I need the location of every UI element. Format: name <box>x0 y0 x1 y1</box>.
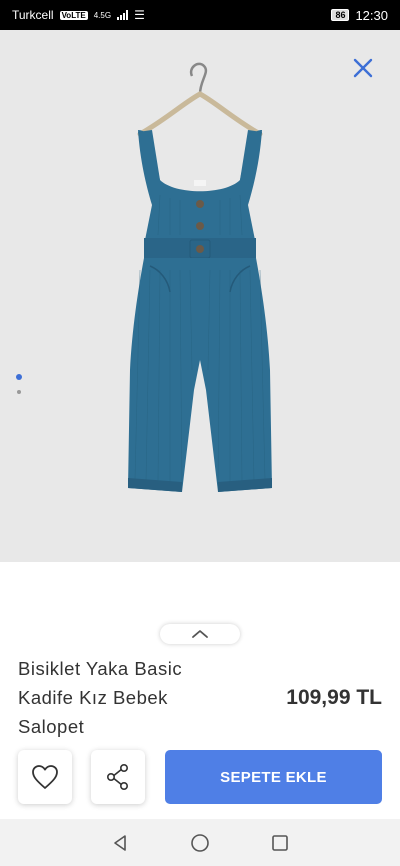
volte-badge: VoLTE <box>59 10 88 20</box>
system-navigation-bar <box>0 819 400 866</box>
add-to-cart-button[interactable]: SEPETE EKLE <box>165 750 382 804</box>
product-detail-sheet: Bisiklet Yaka Basic Kadife Kız Bebek Sal… <box>0 562 400 819</box>
share-button[interactable] <box>91 750 145 804</box>
clock: 12:30 <box>355 7 388 23</box>
recents-square-icon <box>272 834 288 851</box>
home-circle-icon <box>191 833 209 852</box>
network-type: 4.5G <box>93 10 112 20</box>
nav-recents-button[interactable] <box>269 832 291 854</box>
expand-details-button[interactable] <box>160 624 240 644</box>
share-icon <box>106 763 129 790</box>
battery-icon: 86 <box>331 9 350 21</box>
close-icon <box>353 58 373 78</box>
heart-icon <box>32 765 58 789</box>
gallery-pagination <box>16 374 22 394</box>
back-triangle-icon <box>114 834 126 851</box>
product-image <box>128 62 272 492</box>
status-bar: Turkcell VoLTE 4.5G ☰ 86 12:30 <box>0 0 400 30</box>
nav-back-button[interactable] <box>109 832 131 854</box>
product-image-gallery[interactable] <box>0 30 400 562</box>
pagination-dot-active[interactable] <box>16 374 22 380</box>
nav-home-button[interactable] <box>189 832 211 854</box>
product-name: Bisiklet Yaka Basic Kadife Kız Bebek Sal… <box>18 658 183 737</box>
product-price: 109,99 TL <box>286 686 382 709</box>
signal-icon <box>117 10 129 20</box>
favorite-button[interactable] <box>18 750 72 804</box>
notification-icon: ☰ <box>134 8 145 22</box>
close-button[interactable] <box>352 57 374 79</box>
carrier-name: Turkcell <box>12 8 54 22</box>
chevron-up-icon <box>192 630 208 638</box>
pagination-dot[interactable] <box>17 390 21 394</box>
